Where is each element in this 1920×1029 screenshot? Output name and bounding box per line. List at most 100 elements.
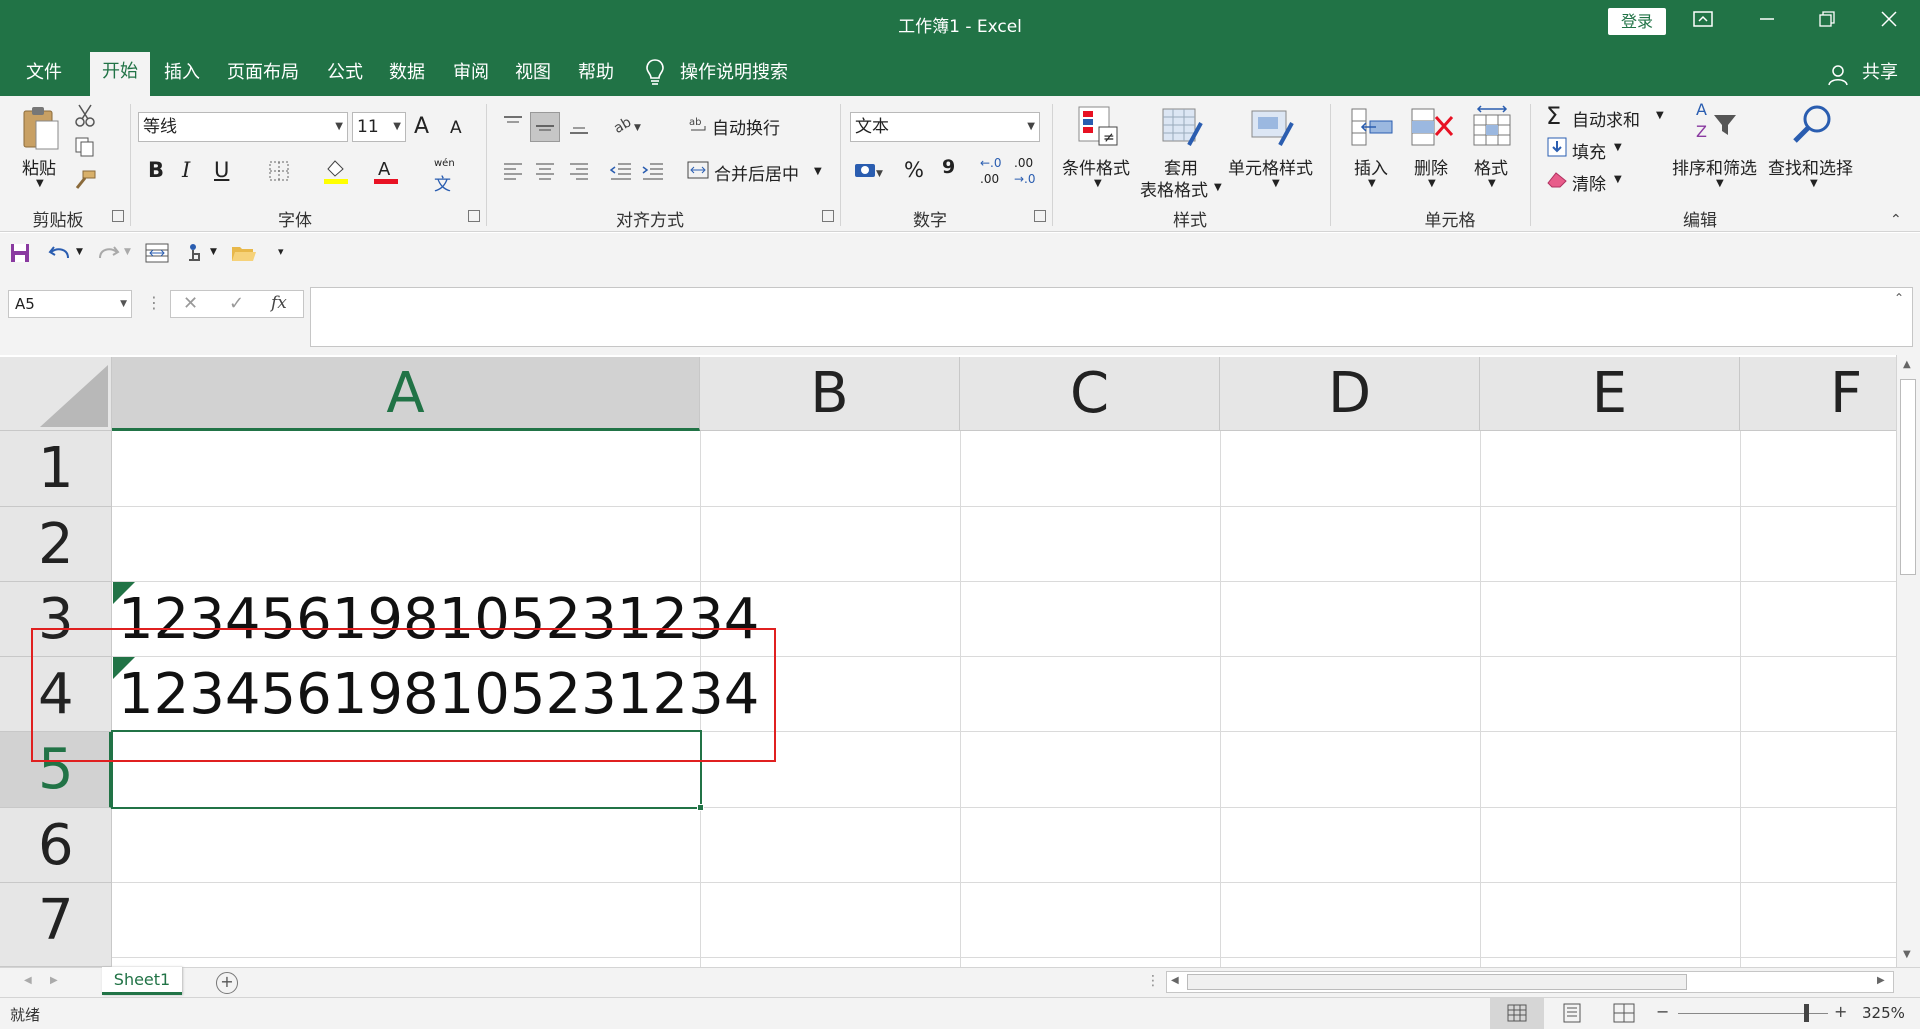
align-middle-icon[interactable] [530,112,560,142]
fill-color-icon[interactable] [322,156,350,186]
wrap-text-icon[interactable]: ab [688,114,710,136]
wrap-text-button[interactable]: 自动换行 [712,114,780,139]
touch-mode-icon[interactable] [182,241,208,265]
cut-icon[interactable] [72,102,98,128]
column-header-f[interactable]: F [1740,357,1900,431]
table-dropdown-icon[interactable]: ▼ [1214,182,1222,193]
zoom-slider-thumb[interactable] [1804,1004,1809,1022]
vertical-scrollbar[interactable]: ▲ ▼ [1896,355,1920,967]
orientation-icon[interactable]: ab ▼ [610,112,644,138]
expand-formula-icon[interactable]: ⌃ [1894,291,1904,305]
fill-icon[interactable] [1546,136,1568,158]
align-left-icon[interactable] [500,158,526,184]
row-header-2[interactable]: 2 [0,507,112,582]
horizontal-scrollbar[interactable]: ◀ ▶ [1166,971,1894,993]
delete-cells-icon[interactable] [1410,104,1454,150]
clipboard-launcher-icon[interactable] [112,210,124,222]
pinyin-guide-button[interactable]: 文 [434,170,451,195]
restore-icon[interactable] [1804,0,1850,44]
format-as-table-button[interactable]: 表格格式 [1140,176,1208,201]
conditional-formatting-icon[interactable]: ≠ [1076,104,1120,150]
undo-icon[interactable] [46,241,74,265]
decrease-decimal-top[interactable]: .00 [1014,156,1033,170]
scroll-up-icon[interactable]: ▲ [1903,359,1911,370]
save-icon[interactable] [8,241,32,265]
alignment-launcher-icon[interactable] [822,210,834,222]
select-all-button[interactable] [0,357,112,431]
collapse-ribbon-icon[interactable]: ⌃ [1890,212,1902,228]
vertical-scroll-thumb[interactable] [1900,379,1916,575]
tab-help[interactable]: 帮助 [567,58,625,96]
row-header-1[interactable]: 1 [0,431,112,507]
split-handle-icon[interactable]: ⋮ [1146,973,1160,989]
merge-center-button[interactable]: 合并后居中 [714,160,799,185]
find-select-button[interactable]: 查找和选择 [1768,154,1853,179]
column-header-d[interactable]: D [1220,357,1480,431]
clear-icon[interactable] [1546,168,1568,190]
fill-button[interactable]: 填充 [1572,138,1606,163]
paste-dropdown-icon[interactable]: ▼ [36,178,44,189]
copy-icon[interactable] [72,134,98,160]
clear-button[interactable]: 清除 [1572,170,1606,195]
autosum-button[interactable]: 自动求和 [1572,106,1640,131]
number-format-select[interactable]: 文本 ▼ [850,112,1040,142]
prev-sheet-icon[interactable]: ◀ [24,975,32,986]
merge-dropdown-icon[interactable]: ▼ [814,166,822,177]
insert-cells-icon[interactable] [1350,104,1394,150]
insert-function-button[interactable]: fx [271,293,287,313]
font-name-select[interactable]: 等线 ▼ [138,112,348,142]
sort-filter-button[interactable]: 排序和筛选 [1672,154,1757,179]
align-center-icon[interactable] [532,158,558,184]
formula-input[interactable] [310,287,1913,347]
customize-qat-icon[interactable]: ▾ [278,245,284,258]
column-header-a[interactable]: A [112,357,700,431]
percent-button[interactable]: % [904,158,924,182]
zoom-level[interactable]: 325% [1862,1004,1905,1022]
sort-dropdown-icon[interactable]: ▼ [1716,178,1724,189]
underline-button[interactable]: U [214,158,229,182]
increase-indent-icon[interactable] [640,158,666,184]
column-width-icon[interactable] [144,241,170,265]
undo-dropdown-icon[interactable]: ▼ [76,247,83,257]
next-sheet-icon[interactable]: ▶ [50,975,58,986]
italic-button[interactable]: I [182,158,190,182]
horizontal-scroll-thumb[interactable] [1187,974,1687,990]
align-bottom-icon[interactable] [566,112,592,138]
share-button[interactable]: 共享 [1850,58,1910,96]
tell-me-search[interactable]: 操作说明搜索 [680,58,800,96]
open-folder-icon[interactable] [230,241,258,265]
sort-z-letter[interactable]: Z [1696,122,1707,141]
cancel-icon[interactable]: ✕ [183,293,198,314]
increase-decimal-button[interactable]: .00 [980,172,999,186]
enter-icon[interactable]: ✓ [229,293,244,314]
close-icon[interactable] [1866,0,1912,44]
zoom-in-icon[interactable]: + [1834,1002,1847,1021]
increase-decimal-top[interactable]: ←.0 [980,156,1002,170]
number-launcher-icon[interactable] [1034,210,1046,222]
clear-dropdown-icon[interactable]: ▼ [1614,174,1622,185]
minimize-icon[interactable] [1744,0,1790,44]
page-break-view-icon[interactable] [1608,998,1640,1029]
format-dropdown-icon[interactable]: ▼ [1488,178,1496,189]
grow-font-button[interactable]: A [414,114,429,139]
row-header-6[interactable]: 6 [0,808,112,883]
normal-view-icon[interactable] [1490,998,1544,1029]
tab-home[interactable]: 开始 [90,52,150,96]
login-button[interactable]: 登录 [1608,8,1666,35]
conditional-formatting-button[interactable]: 条件格式 [1062,154,1130,179]
column-header-e[interactable]: E [1480,357,1740,431]
fill-handle[interactable] [697,804,704,811]
insert-dropdown-icon[interactable]: ▼ [1368,178,1376,189]
format-cells-button[interactable]: 格式 [1474,154,1508,179]
conditional-dropdown-icon[interactable]: ▼ [1094,178,1102,189]
font-color-icon[interactable]: A [372,156,400,186]
column-header-b[interactable]: B [700,357,960,431]
tab-formulas[interactable]: 公式 [316,58,374,96]
decrease-decimal-button[interactable]: →.0 [1014,172,1036,186]
tab-insert[interactable]: 插入 [152,58,212,96]
sheet-tab-sheet1[interactable]: Sheet1 [102,967,182,995]
insert-cells-button[interactable]: 插入 [1354,154,1388,179]
paste-icon[interactable] [18,102,64,152]
column-header-c[interactable]: C [960,357,1220,431]
autosum-dropdown-icon[interactable]: ▼ [1656,110,1664,121]
